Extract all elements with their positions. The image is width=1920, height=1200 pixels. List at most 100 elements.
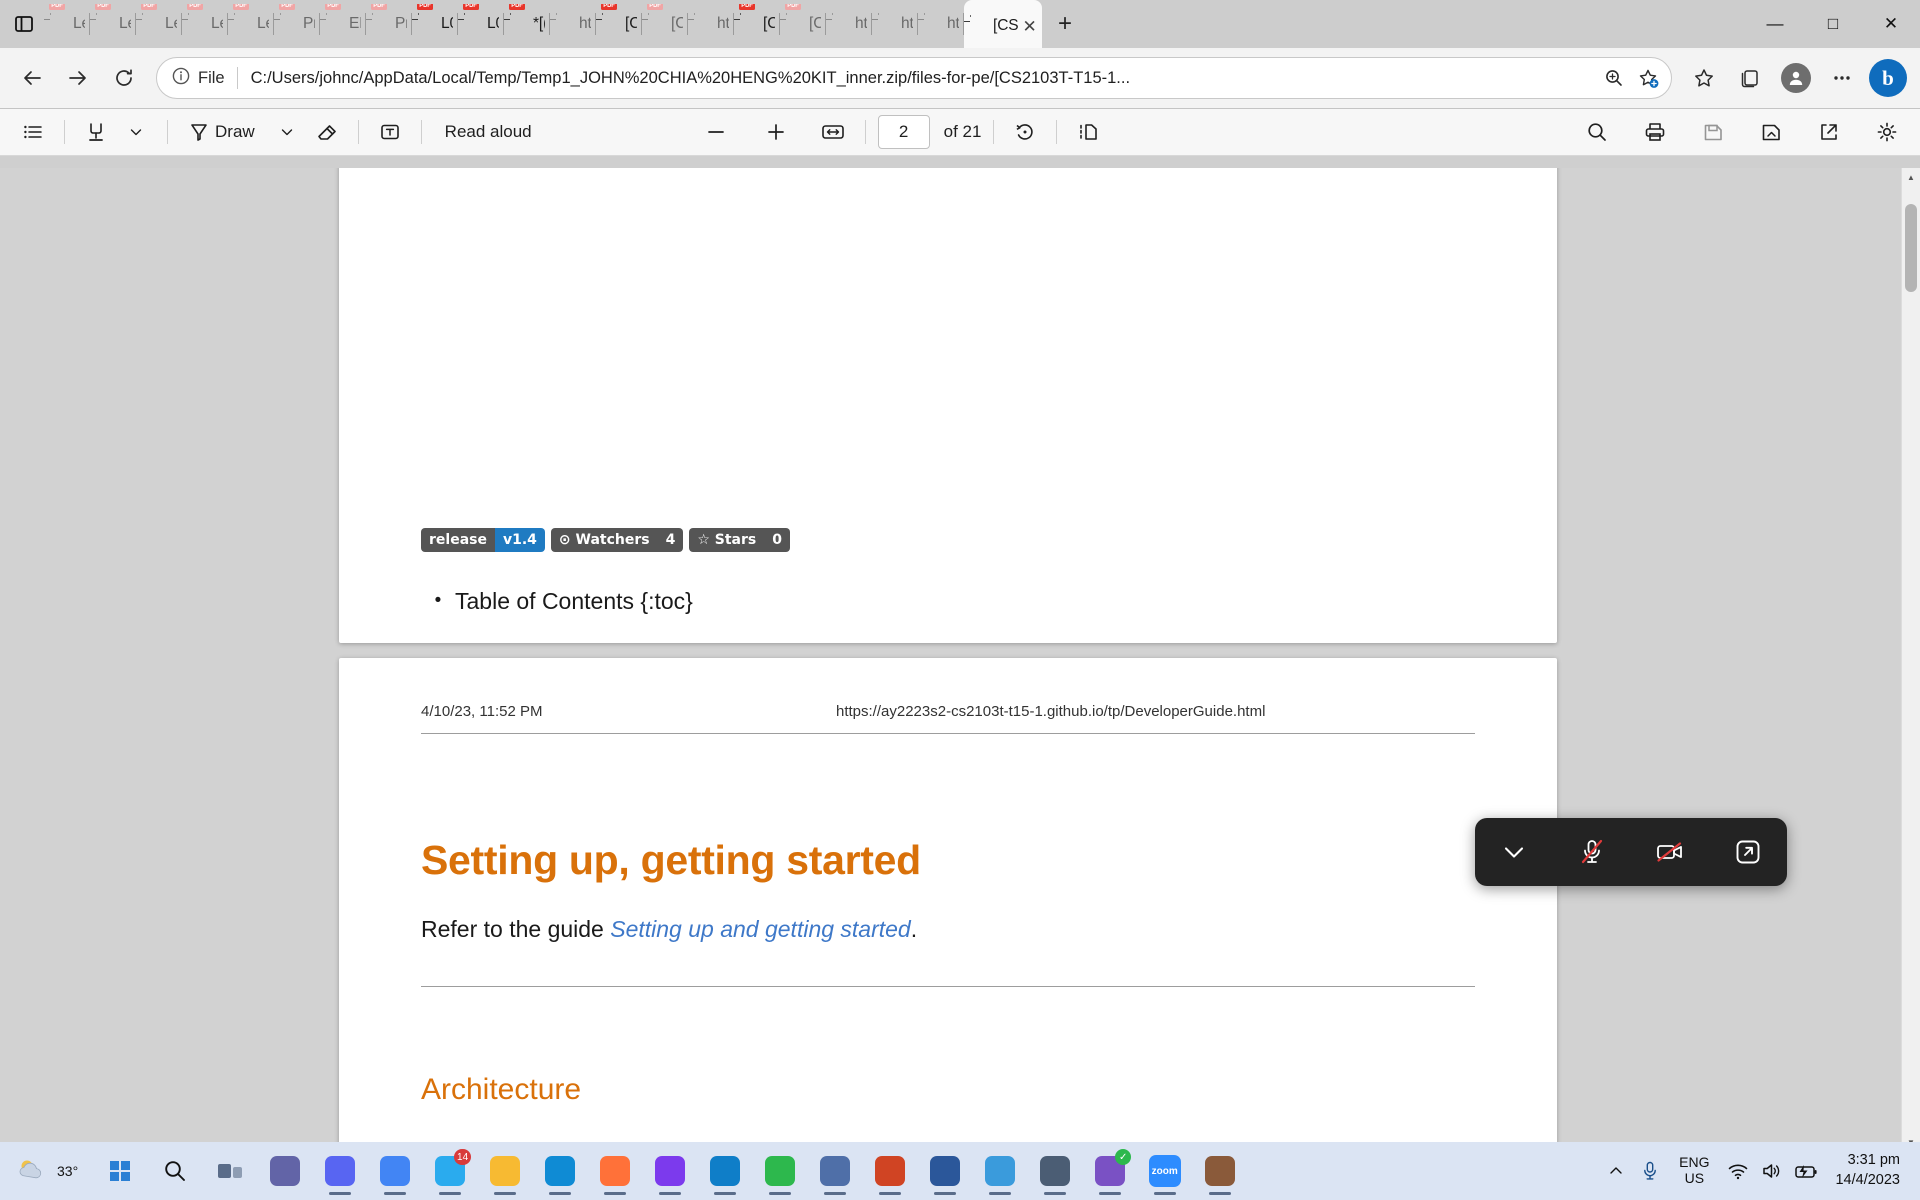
open-in-new-window-icon[interactable] (1721, 828, 1775, 876)
chat-teams-icon[interactable] (257, 1145, 312, 1197)
add-text-icon[interactable] (371, 113, 409, 151)
zoom-in-icon[interactable] (757, 113, 795, 151)
new-tab-button[interactable]: + (1046, 5, 1084, 43)
video-muted-icon[interactable] (1643, 828, 1697, 876)
eraser-icon[interactable] (308, 113, 346, 151)
microsoft-edge-icon[interactable] (532, 1145, 587, 1197)
more-ellipsis-icon[interactable] (1820, 56, 1864, 100)
search-icon[interactable] (147, 1145, 202, 1197)
highlighter-icon[interactable] (77, 113, 115, 151)
browser-tab[interactable]: PDF Le (44, 4, 90, 44)
profile-avatar-icon[interactable] (1774, 56, 1818, 100)
browser-tab[interactable]: PDF [C (780, 4, 826, 44)
tab-search-icon[interactable] (4, 4, 44, 44)
page-number-input[interactable]: 2 (877, 115, 930, 149)
browser-tab[interactable]: PDF L0 (458, 4, 504, 44)
favorites-icon[interactable] (1682, 56, 1726, 100)
info-circle-icon[interactable] (171, 66, 191, 91)
pdf-viewer[interactable]: release v1.4 ⊙ Watchers 4 ☆ Stars 0 • Ta… (0, 168, 1920, 1152)
browser-tab[interactable]: PDF *[( (504, 4, 550, 44)
draw-pen-button[interactable]: Draw (180, 113, 266, 151)
firefox-icon[interactable] (587, 1145, 642, 1197)
file-explorer-icon[interactable] (477, 1145, 532, 1197)
minimize-button[interactable]: — (1746, 0, 1804, 48)
close-window-button[interactable]: ✕ (1862, 0, 1920, 48)
powerpoint-icon[interactable] (862, 1145, 917, 1197)
start-button-icon[interactable] (92, 1145, 147, 1197)
star-add-icon[interactable] (1631, 61, 1665, 95)
rotate-icon[interactable] (1006, 113, 1044, 151)
browser-tab[interactable]: PDF [C (734, 4, 780, 44)
save-icon[interactable] (1694, 113, 1732, 151)
back-arrow-icon[interactable] (10, 56, 54, 100)
browser-tab[interactable]: ht (872, 4, 918, 44)
browser-tab[interactable]: PDF Le (228, 4, 274, 44)
browser-tab[interactable]: PDF L0 (412, 4, 458, 44)
browser-tab[interactable]: PDF [C (596, 4, 642, 44)
close-icon[interactable]: ✕ (1023, 18, 1037, 35)
scroll-up-arrow-icon[interactable]: ▲ (1902, 168, 1920, 187)
bing-copilot-icon[interactable]: b (1866, 56, 1910, 100)
table-of-contents-icon[interactable] (14, 113, 52, 151)
search-icon[interactable] (1578, 113, 1616, 151)
clock-widget[interactable]: 3:31 pm 14/4/2023 (1825, 1151, 1904, 1190)
intellij-icon[interactable]: ✓ (1082, 1145, 1137, 1197)
forward-arrow-icon[interactable] (56, 56, 100, 100)
zoom-out-icon[interactable] (697, 113, 735, 151)
print-icon[interactable] (1636, 113, 1674, 151)
task-view-icon[interactable] (202, 1145, 257, 1197)
wifi-icon[interactable] (1723, 1154, 1753, 1188)
pdf-scroll-area[interactable]: release v1.4 ⊙ Watchers 4 ☆ Stars 0 • Ta… (0, 168, 1901, 1152)
fit-to-width-icon[interactable] (813, 113, 853, 151)
browser-tab[interactable]: ht (918, 4, 964, 44)
discord-icon[interactable] (312, 1145, 367, 1197)
browser-tab[interactable]: PDF Le (182, 4, 228, 44)
google-chrome-icon[interactable] (367, 1145, 422, 1197)
zoom-floating-controls[interactable] (1475, 818, 1787, 886)
audacity-icon[interactable] (1027, 1145, 1082, 1197)
vertical-scrollbar[interactable]: ▲ ▼ (1901, 168, 1920, 1152)
microphone-icon[interactable] (1635, 1154, 1665, 1188)
open-external-icon[interactable] (1810, 113, 1848, 151)
page-view-icon[interactable] (1069, 113, 1107, 151)
weather-widget[interactable]: 33° (0, 1156, 92, 1187)
browser-tab[interactable]: PDF Le (136, 4, 182, 44)
volume-icon[interactable] (1757, 1154, 1787, 1188)
read-aloud-button[interactable]: Read aloud (434, 113, 543, 151)
settings-gear-icon[interactable] (1868, 113, 1906, 151)
maximize-button[interactable]: □ (1804, 0, 1862, 48)
browser-tab[interactable]: PDF [C (642, 4, 688, 44)
browser-tab[interactable]: PDF ER (320, 4, 366, 44)
collections-icon[interactable] (1728, 56, 1772, 100)
vscode-icon[interactable] (697, 1145, 752, 1197)
tab-active[interactable]: [CS ✕ (964, 0, 1042, 48)
browser-tab[interactable]: PDF Le (90, 4, 136, 44)
obsidian-icon[interactable] (642, 1145, 697, 1197)
telegram-icon[interactable]: 14 (422, 1145, 477, 1197)
scrollbar-thumb[interactable] (1905, 204, 1917, 292)
chevron-down-icon[interactable] (1487, 828, 1541, 876)
setting-up-link[interactable]: Setting up and getting started (610, 916, 911, 942)
browser-tab[interactable]: ht (688, 4, 734, 44)
show-hidden-icons-chevron[interactable] (1601, 1154, 1631, 1188)
chevron-down-icon[interactable] (268, 113, 306, 151)
language-indicator[interactable]: ENG US (1669, 1155, 1719, 1186)
chevron-down-icon[interactable] (117, 113, 155, 151)
loading-spinner-icon[interactable] (752, 1145, 807, 1197)
browser-tab[interactable]: ht (826, 4, 872, 44)
zoom-magnifier-icon[interactable] (1597, 61, 1631, 95)
refresh-icon[interactable] (102, 56, 146, 100)
word-icon[interactable] (917, 1145, 972, 1197)
package-icon[interactable] (1192, 1145, 1247, 1197)
zoom-icon[interactable]: zoom (1137, 1145, 1192, 1197)
photos-icon[interactable] (972, 1145, 1027, 1197)
microphone-muted-icon[interactable] (1565, 828, 1619, 876)
clock-app-icon[interactable] (807, 1145, 862, 1197)
address-bar[interactable]: File C:/Users/johnc/AppData/Local/Temp/T… (156, 57, 1672, 99)
browser-tab[interactable]: ht (550, 4, 596, 44)
save-as-icon[interactable] (1752, 113, 1790, 151)
battery-charging-icon[interactable] (1791, 1154, 1821, 1188)
browser-tab[interactable]: PDF Pr (366, 4, 412, 44)
url-text[interactable]: C:/Users/johnc/AppData/Local/Temp/Temp1_… (238, 69, 1597, 88)
browser-tab[interactable]: PDF Pr (274, 4, 320, 44)
